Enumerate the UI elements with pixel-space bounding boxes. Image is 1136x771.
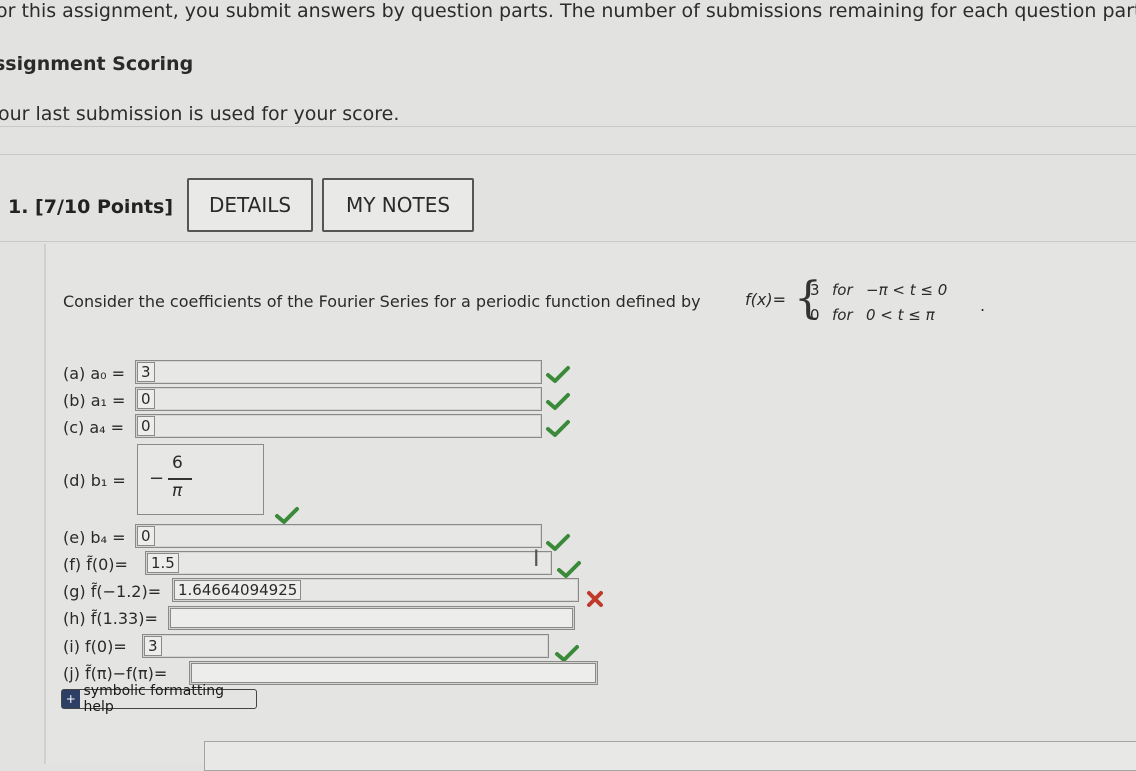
part-g-label: (g) f̃(−1.2)= xyxy=(63,582,162,601)
part-a-label: (a) a₀ = xyxy=(63,364,126,383)
submission-info-banner: or this assignment, you submit answers b… xyxy=(0,0,1136,22)
piecewise-for: for xyxy=(832,306,853,324)
piecewise-condition: −π < t ≤ 0 xyxy=(866,281,948,299)
part-j-answer[interactable] xyxy=(191,663,596,683)
part-f-answer[interactable]: 1.5 xyxy=(147,553,179,573)
part-c-field-frame xyxy=(135,414,542,438)
help-icon: + xyxy=(62,690,80,708)
piecewise-row: 3 for −π < t ≤ 0 xyxy=(810,281,947,299)
piecewise-for: for xyxy=(832,281,853,299)
divider xyxy=(0,154,1136,155)
part-e-field-frame xyxy=(135,524,542,548)
text-cursor-icon: I xyxy=(533,547,540,572)
divider xyxy=(0,241,1136,242)
piecewise-row: 0 for 0 < t ≤ π xyxy=(810,306,935,324)
part-c-label: (c) a₄ = xyxy=(63,418,125,437)
check-icon xyxy=(555,645,579,662)
part-a-answer[interactable]: 3 xyxy=(137,362,155,382)
assignment-scoring-heading: ssignment Scoring xyxy=(0,53,194,75)
divider xyxy=(0,126,1136,127)
next-section-box xyxy=(204,741,1136,771)
fraction-denominator: π xyxy=(172,481,183,501)
check-icon xyxy=(557,561,581,578)
check-icon xyxy=(546,393,570,410)
piecewise-value: 0 xyxy=(810,306,820,324)
part-b-field-frame xyxy=(135,387,542,411)
function-name: f(x)= xyxy=(745,290,786,309)
part-e-label: (e) b₄ = xyxy=(63,528,126,547)
question-number-points: 1. [7/10 Points] xyxy=(8,196,174,218)
part-i-answer[interactable]: 3 xyxy=(144,636,162,656)
part-h-label: (h) f̃(1.33)= xyxy=(63,609,158,628)
check-icon xyxy=(546,366,570,383)
part-i-field-frame xyxy=(142,634,549,658)
part-f-field-frame xyxy=(145,551,552,575)
last-submission-note: our last submission is used for your sco… xyxy=(0,103,400,125)
check-icon xyxy=(275,507,299,524)
part-i-label: (i) f(0)= xyxy=(63,637,127,656)
part-g-answer[interactable]: 1.64664094925 xyxy=(174,580,302,600)
piecewise-condition: 0 < t ≤ π xyxy=(866,306,935,324)
check-icon xyxy=(546,534,570,551)
part-e-answer[interactable]: 0 xyxy=(137,526,155,546)
my-notes-button[interactable]: MY NOTES xyxy=(322,178,474,232)
part-a-field-frame xyxy=(135,360,542,384)
check-icon xyxy=(546,420,570,437)
part-h-answer[interactable] xyxy=(170,608,573,628)
part-f-label: (f) f̃(0)= xyxy=(63,555,128,574)
part-j-label: (j) f̃(π)−f(π)= xyxy=(63,664,168,683)
part-b-answer[interactable]: 0 xyxy=(137,389,155,409)
period-mark: . xyxy=(980,296,986,315)
part-c-answer[interactable]: 0 xyxy=(137,416,155,436)
symbolic-help-label: symbolic formatting help xyxy=(83,683,224,715)
question-prompt: Consider the coefficients of the Fourier… xyxy=(63,292,701,311)
cross-icon xyxy=(587,591,603,607)
symbolic-formatting-help-link[interactable]: + symbolic formatting help xyxy=(61,683,257,715)
fraction-numerator: 6 xyxy=(172,453,183,473)
fraction-minus: − xyxy=(149,468,165,489)
details-button[interactable]: DETAILS xyxy=(187,178,313,232)
part-d-label: (d) b₁ = xyxy=(63,471,126,490)
piecewise-value: 3 xyxy=(810,281,820,299)
fraction-bar xyxy=(168,478,192,480)
part-b-label: (b) a₁ = xyxy=(63,391,126,410)
